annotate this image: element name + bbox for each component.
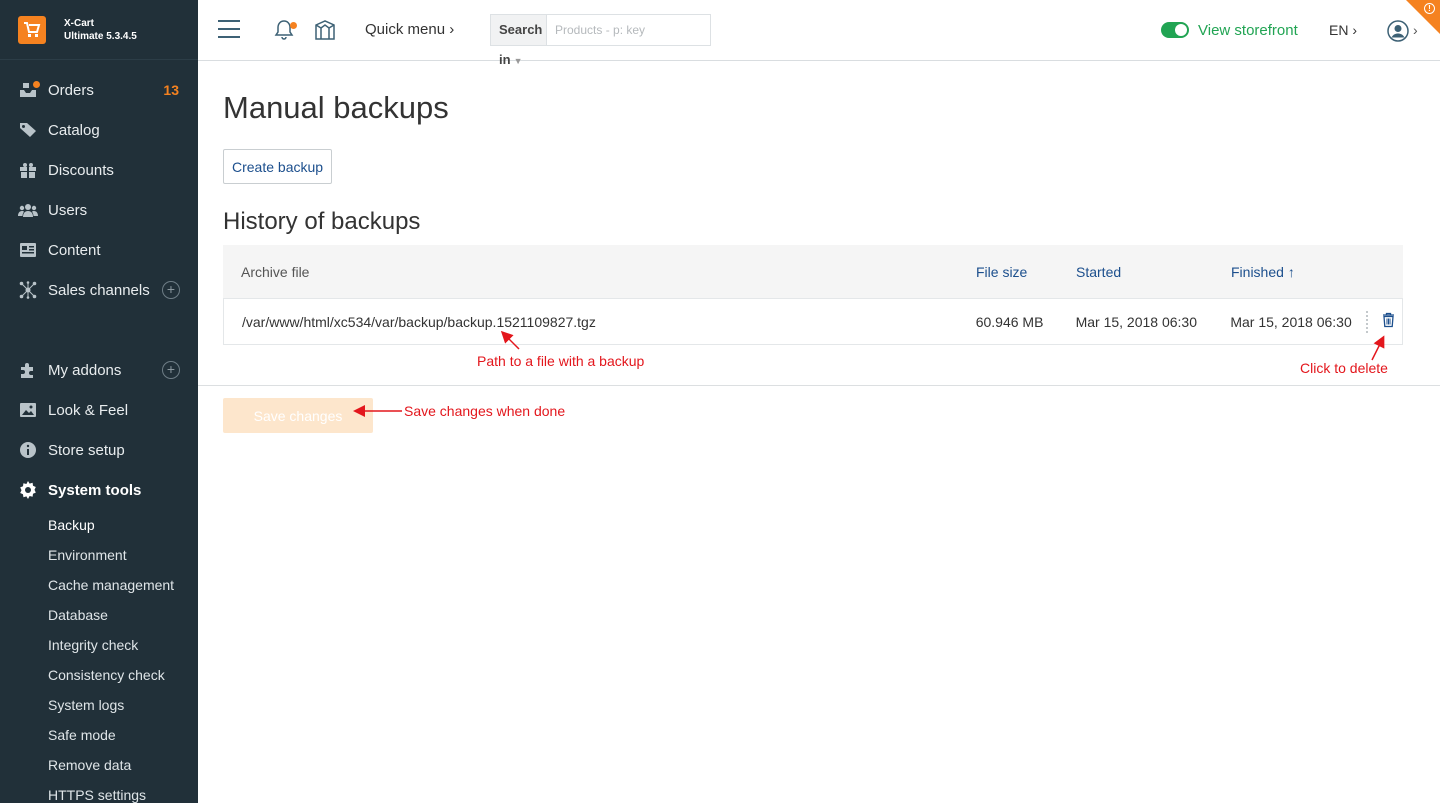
column-file-size[interactable]: File size (958, 264, 1058, 280)
search-box: Search in ▼ (490, 14, 711, 67)
sidebar-item-discounts[interactable]: Discounts (0, 150, 198, 190)
submenu-item-backup[interactable]: Backup (0, 510, 198, 540)
sidebar-item-label: My addons (48, 361, 122, 379)
archive-path: /var/www/html/xc534/var/backup/backup.15… (242, 313, 596, 330)
quick-menu-label: Quick menu (365, 21, 446, 38)
column-started[interactable]: Started (1058, 264, 1213, 280)
history-title: History of backups (223, 208, 421, 235)
create-backup-button[interactable]: Create backup (223, 149, 333, 184)
column-finished[interactable]: Finished ↑ (1213, 264, 1363, 280)
column-finished-label: Finished (1231, 263, 1284, 280)
content-icon (18, 241, 38, 259)
sidebar-item-label: Store setup (48, 441, 125, 459)
notification-dot (33, 81, 40, 88)
save-changes-button[interactable]: Save changes (223, 398, 373, 433)
caret-down-icon: ▼ (513, 56, 523, 66)
sidebar-item-look-feel[interactable]: Look & Feel (0, 390, 198, 430)
sidebar-item-catalog[interactable]: Catalog (0, 110, 198, 150)
started-time: Mar 15, 2018 06:30 (1075, 313, 1197, 330)
submenu-item-integrity-check[interactable]: Integrity check (0, 630, 198, 660)
sidebar-item-label: Look & Feel (48, 401, 129, 419)
gear-icon (18, 481, 38, 499)
sidebar-item-content[interactable]: Content (0, 230, 198, 270)
brand-name: X-Cart (64, 17, 95, 29)
chevron-right-icon: › (449, 21, 455, 38)
sidebar-item-my-addons[interactable]: My addons + (0, 350, 198, 390)
storefront-toggle[interactable] (1161, 22, 1189, 38)
gift-icon (18, 161, 38, 179)
brand-text: X-Cart Ultimate 5.3.4.5 (64, 17, 137, 43)
menu-toggle-icon[interactable] (218, 20, 240, 44)
finished-time: Mar 15, 2018 06:30 (1230, 313, 1352, 330)
submenu-item-database[interactable]: Database (0, 600, 198, 630)
sidebar-item-label: Discounts (48, 161, 114, 179)
network-icon (18, 281, 38, 299)
submenu-item-safe-mode[interactable]: Safe mode (0, 720, 198, 750)
submenu-item-system-logs[interactable]: System logs (0, 690, 198, 720)
notification-dot (290, 22, 297, 29)
sidebar-item-label: Content (48, 241, 101, 259)
table-header: Archive file File size Started Finished … (223, 245, 1403, 298)
alert-icon: ! (1424, 3, 1435, 14)
view-storefront-link[interactable]: View storefront (1198, 22, 1298, 39)
add-addon-button[interactable]: + (162, 361, 180, 379)
table-row: /var/www/html/xc534/var/backup/backup.15… (223, 298, 1403, 345)
submenu-item-cache-management[interactable]: Cache management (0, 570, 198, 600)
language-selector[interactable]: EN › (1329, 22, 1357, 38)
sidebar-item-label: System tools (48, 481, 142, 499)
xcart-logo-icon (18, 15, 46, 44)
puzzle-icon (18, 361, 38, 379)
file-size: 60.946 MB (975, 313, 1044, 330)
annotation-save: Save changes when done (404, 403, 566, 419)
storefront-icon[interactable] (314, 19, 336, 46)
sidebar-nav: Orders 13 Catalog Discounts Users Conten… (0, 60, 198, 803)
brand-version: Ultimate 5.3.4.5 (64, 30, 137, 42)
sidebar-item-orders[interactable]: Orders 13 (0, 70, 198, 110)
sidebar-item-store-setup[interactable]: Store setup (0, 430, 198, 470)
top-header: Quick menu › Search in▼ View storefront … (198, 0, 1440, 67)
sidebar: X-Cart Ultimate 5.3.4.5 Orders 13 Catalo… (0, 0, 198, 803)
column-archive-file: Archive file (241, 263, 310, 280)
sidebar-item-users[interactable]: Users (0, 190, 198, 230)
sidebar-item-label: Users (48, 201, 88, 219)
submenu-item-consistency-check[interactable]: Consistency check (0, 660, 198, 690)
submenu-item-remove-data[interactable]: Remove data (0, 750, 198, 780)
quick-menu-button[interactable]: Quick menu › (365, 21, 454, 38)
users-icon (18, 201, 38, 219)
sidebar-item-label: Sales channels (48, 281, 150, 299)
language-label: EN (1329, 22, 1349, 38)
sidebar-item-system-tools[interactable]: System tools (0, 470, 198, 510)
sidebar-item-label: Orders (48, 81, 94, 99)
row-actions (1362, 299, 1402, 344)
image-icon (18, 401, 38, 419)
add-sales-channel-button[interactable]: + (162, 281, 180, 299)
sort-asc-icon: ↑ (1287, 263, 1295, 280)
page-title: Manual backups (223, 90, 449, 125)
annotation-arrows (353, 330, 1385, 417)
sidebar-item-sales-channels[interactable]: Sales channels + (0, 270, 198, 310)
submenu-item-environment[interactable]: Environment (0, 540, 198, 570)
orders-count-badge: 13 (163, 82, 179, 98)
sidebar-item-label: Catalog (48, 121, 100, 139)
drag-handle-icon (1366, 311, 1369, 333)
backups-table: Archive file File size Started Finished … (223, 245, 1403, 345)
alert-corner[interactable] (1406, 0, 1440, 34)
search-input[interactable] (547, 15, 710, 45)
trash-icon[interactable] (1382, 312, 1395, 331)
annotation-delete: Click to delete (1300, 360, 1388, 376)
submenu-item-https-settings[interactable]: HTTPS settings (0, 780, 198, 803)
annotation-path: Path to a file with a backup (477, 353, 645, 369)
brand[interactable]: X-Cart Ultimate 5.3.4.5 (0, 0, 198, 60)
chevron-right-icon: › (1352, 22, 1358, 38)
divider (198, 385, 1440, 386)
info-icon (18, 441, 38, 459)
tag-icon (18, 121, 38, 139)
search-scope-select[interactable]: Search in ▼ (491, 15, 547, 67)
